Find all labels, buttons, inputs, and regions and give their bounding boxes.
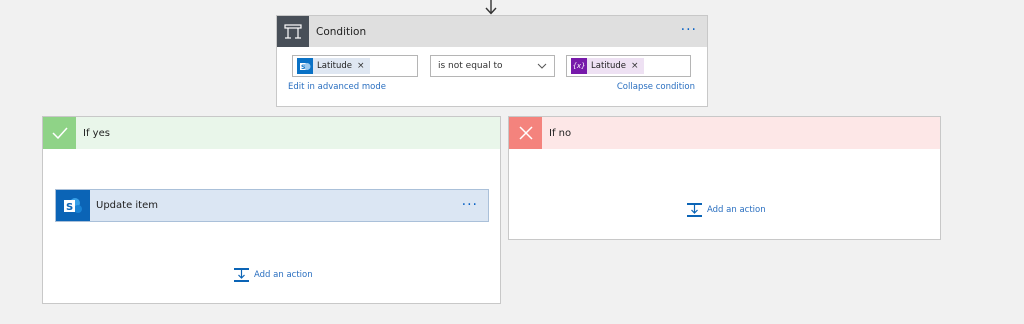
svg-text:S: S	[301, 64, 305, 71]
remove-right-token-button[interactable]: ×	[631, 61, 639, 71]
right-operand-field[interactable]: {x} Latitude ×	[566, 55, 691, 77]
flow-arrow-down-icon	[485, 0, 497, 15]
latitude-token-left: S Latitude ×	[297, 58, 370, 74]
latitude-token-right: {x} Latitude ×	[571, 58, 644, 74]
if-no-branch: If no Add an action	[508, 116, 941, 240]
svg-text:S: S	[66, 202, 73, 213]
if-yes-branch: If yes S Update item ··· Add an action	[42, 116, 501, 304]
right-operand-label: Latitude	[591, 61, 626, 71]
condition-title: Condition	[316, 25, 367, 38]
if-no-header[interactable]: If no	[509, 117, 940, 149]
condition-more-button[interactable]: ···	[681, 22, 697, 38]
condition-icon	[277, 16, 309, 47]
if-no-title: If no	[549, 127, 572, 139]
check-icon	[43, 117, 76, 149]
operator-value: is not equal to	[438, 61, 503, 71]
condition-header[interactable]: Condition ···	[277, 16, 707, 47]
x-icon	[509, 117, 542, 149]
operator-select[interactable]: is not equal to	[430, 55, 555, 77]
update-item-title: Update item	[96, 200, 158, 211]
edit-advanced-mode-link[interactable]: Edit in advanced mode	[288, 82, 386, 92]
condition-card: Condition ··· S Latitude × is not equal …	[276, 15, 708, 107]
add-action-label-no: Add an action	[707, 205, 766, 215]
remove-left-token-button[interactable]: ×	[357, 61, 365, 71]
sharepoint-icon: S	[297, 58, 313, 74]
expression-icon: {x}	[571, 58, 587, 74]
chevron-down-icon	[537, 63, 547, 69]
add-action-icon	[687, 203, 702, 217]
update-item-more-button[interactable]: ···	[462, 197, 478, 213]
if-yes-header[interactable]: If yes	[43, 117, 500, 149]
sharepoint-icon: S	[56, 190, 90, 221]
if-yes-title: If yes	[83, 127, 110, 139]
update-item-action[interactable]: S Update item ···	[55, 189, 489, 222]
collapse-condition-link[interactable]: Collapse condition	[617, 82, 695, 92]
left-operand-label: Latitude	[317, 61, 352, 71]
left-operand-field[interactable]: S Latitude ×	[292, 55, 418, 77]
add-action-label-yes: Add an action	[254, 270, 313, 280]
add-action-button-no[interactable]: Add an action	[687, 203, 766, 217]
add-action-icon	[234, 268, 249, 282]
add-action-button-yes[interactable]: Add an action	[234, 268, 313, 282]
